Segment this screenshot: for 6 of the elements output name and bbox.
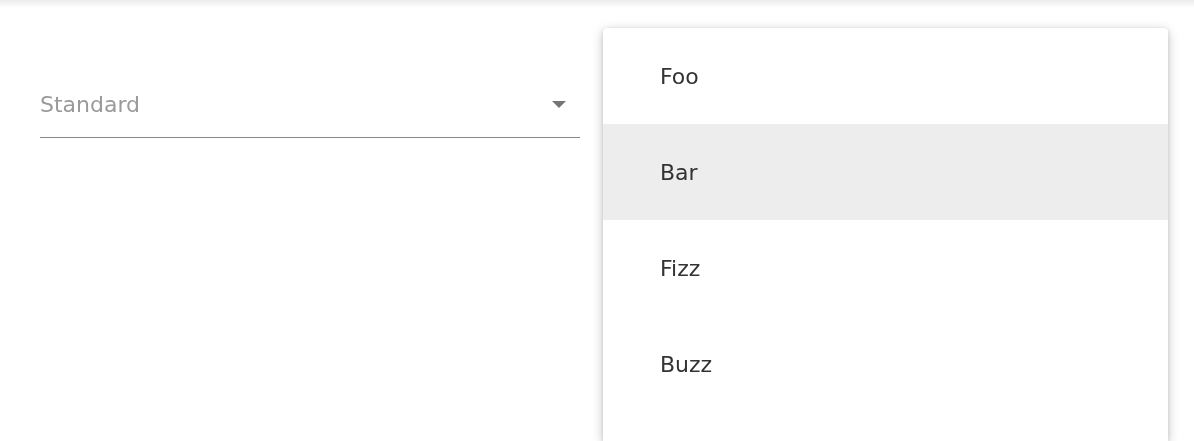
- caret-icon: [552, 101, 566, 108]
- menu-item[interactable]: Bar: [603, 124, 1168, 220]
- menu-item[interactable]: Foo: [603, 28, 1168, 124]
- menu-item[interactable]: Buzz: [603, 316, 1168, 412]
- menu-item[interactable]: Fizz: [603, 220, 1168, 316]
- select-placeholder: Standard: [40, 92, 141, 117]
